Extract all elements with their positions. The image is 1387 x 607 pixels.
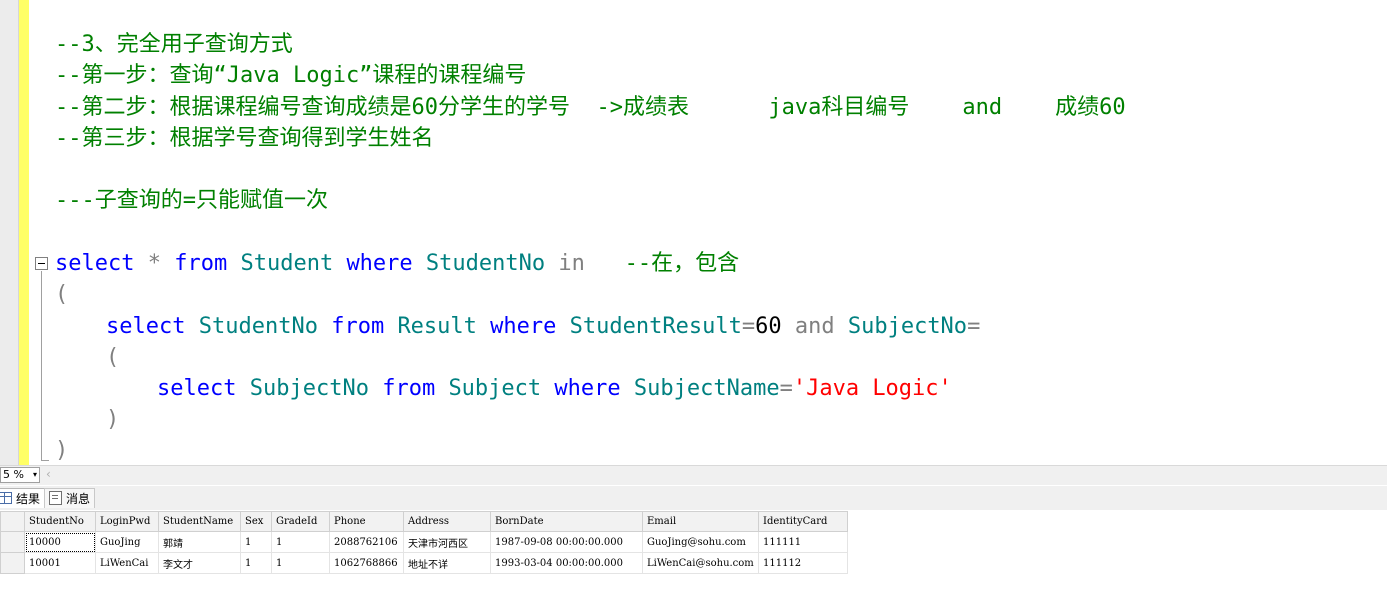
tab-messages[interactable]: 消息	[44, 488, 96, 508]
operator: =	[779, 376, 793, 401]
collapse-toggle-icon[interactable]	[35, 257, 48, 270]
operator: =	[967, 314, 981, 339]
column-header[interactable]: Phone	[329, 511, 404, 532]
column-header[interactable]: IdentityCard	[758, 511, 848, 532]
keyword: where	[346, 251, 413, 276]
change-tracking-gap	[29, 0, 33, 465]
operator: in	[558, 251, 585, 276]
identifier: StudentNo	[425, 251, 546, 276]
operator: *	[147, 251, 161, 276]
cell[interactable]: 1987-09-08 00:00:00.000	[490, 531, 643, 553]
cell[interactable]: 1	[240, 552, 272, 574]
corner-cell[interactable]	[0, 511, 25, 532]
identifier: SubjectNo	[847, 314, 968, 339]
column-header[interactable]: GradeId	[271, 511, 330, 532]
results-grid[interactable]: StudentNo LoginPwd StudentName Sex Grade…	[0, 510, 1387, 607]
cell[interactable]: 天津市河西区	[403, 531, 491, 553]
table-row[interactable]: 10000 GuoJing 郭靖 1 1 2088762106 天津市河西区 1…	[0, 531, 848, 553]
tab-results[interactable]: 结果	[0, 488, 46, 508]
code-area: --3、完全用子查询方式 --第一步：查询“Java Logic”课程的课程编号…	[55, 0, 1126, 465]
operator: =	[741, 314, 756, 339]
comment-line: --第三步：根据学号查询得到学生姓名	[55, 126, 434, 151]
subquery-line: select StudentNo from Result where Stude…	[106, 311, 980, 342]
keyword: from	[174, 251, 228, 276]
cell[interactable]: GuoJing	[95, 531, 159, 553]
cell[interactable]: 李文才	[158, 552, 241, 574]
chevron-down-icon: ▾	[32, 470, 37, 479]
identifier: SubjectNo	[249, 376, 369, 401]
cell[interactable]: 1062768866	[329, 552, 404, 574]
row-header[interactable]	[0, 531, 25, 553]
paren: (	[55, 282, 69, 307]
column-header[interactable]: LoginPwd	[95, 511, 159, 532]
identifier: StudentResult	[569, 314, 742, 339]
comment-line: --第一步：查询“Java Logic”课程的课程编号	[55, 63, 527, 88]
identifier: Student	[240, 251, 334, 276]
cell[interactable]: 10000	[24, 531, 96, 553]
cell[interactable]: 10001	[24, 552, 96, 574]
keyword: from	[382, 376, 436, 401]
cell[interactable]: GuoJing@sohu.com	[642, 531, 759, 553]
comment: --在，包含	[624, 251, 740, 276]
column-header[interactable]: StudentNo	[24, 511, 96, 532]
outline-guide-end	[41, 460, 49, 461]
identifier: SubjectName	[633, 376, 780, 401]
paren: (	[106, 345, 120, 370]
number: 60	[755, 314, 782, 339]
editor-statusbar: 5 % ▾ ‹	[0, 465, 1387, 485]
cell[interactable]: 1	[271, 552, 330, 574]
string-literal: 'Java Logic'	[792, 376, 952, 401]
identifier: StudentNo	[198, 314, 318, 339]
paren: )	[106, 407, 120, 432]
result-tabs: 结果 消息	[0, 486, 1387, 510]
identifier: Result	[397, 314, 477, 339]
table-row[interactable]: 10001 LiWenCai 李文才 1 1 1062768866 地址不详 1…	[0, 552, 848, 574]
comment-line: --第二步：根据课程编号查询成绩是60分学生的学号 ->成绩表 java科目编号…	[55, 95, 1126, 120]
sql-editor[interactable]: --3、完全用子查询方式 --第一步：查询“Java Logic”课程的课程编号…	[0, 0, 1387, 465]
zoom-dropdown[interactable]: 5 % ▾	[0, 467, 40, 483]
change-tracking-bar	[19, 0, 29, 465]
results-table: StudentNo LoginPwd StudentName Sex Grade…	[0, 511, 848, 574]
cell[interactable]: 1993-03-04 00:00:00.000	[490, 552, 643, 574]
column-header[interactable]: Email	[642, 511, 759, 532]
identifier: Subject	[448, 376, 542, 401]
row-header[interactable]	[0, 552, 25, 574]
cell[interactable]: 1	[271, 531, 330, 553]
header-row: StudentNo LoginPwd StudentName Sex Grade…	[0, 511, 848, 532]
cell[interactable]: LiWenCai	[95, 552, 159, 574]
subquery-line: select SubjectNo from Subject where Subj…	[157, 373, 952, 404]
keyword: where	[490, 314, 557, 339]
grid-icon	[0, 492, 12, 504]
cell[interactable]: 2088762106	[329, 531, 404, 553]
message-icon	[49, 491, 62, 505]
keyword: select	[106, 314, 186, 339]
column-header[interactable]: Address	[403, 511, 491, 532]
keyword: where	[554, 376, 621, 401]
keyword: select	[55, 251, 135, 276]
tab-label: 消息	[66, 492, 91, 506]
cell[interactable]: 地址不详	[403, 552, 491, 574]
keyword: select	[157, 376, 237, 401]
column-header[interactable]: BornDate	[490, 511, 643, 532]
cell[interactable]: LiWenCai@sohu.com	[642, 552, 759, 574]
editor-gutter	[0, 0, 18, 465]
cell[interactable]: 111111	[758, 531, 848, 553]
zoom-level: 5 %	[3, 468, 24, 481]
outline-guide	[41, 271, 42, 461]
column-header[interactable]: Sex	[240, 511, 272, 532]
tab-label: 结果	[16, 492, 41, 506]
paren: )	[55, 438, 69, 463]
outer-query-line: select * from Student where StudentNo in…	[55, 248, 739, 279]
scroll-left-icon[interactable]: ‹	[46, 467, 51, 481]
cell[interactable]: 郭靖	[158, 531, 241, 553]
operator: and	[794, 314, 835, 339]
cell[interactable]: 1	[240, 531, 272, 553]
comment-line: --3、完全用子查询方式	[55, 32, 293, 57]
cell[interactable]: 111112	[758, 552, 848, 574]
comment-line: ---子查询的=只能赋值一次	[55, 188, 328, 213]
keyword: from	[331, 314, 385, 339]
column-header[interactable]: StudentName	[158, 511, 241, 532]
